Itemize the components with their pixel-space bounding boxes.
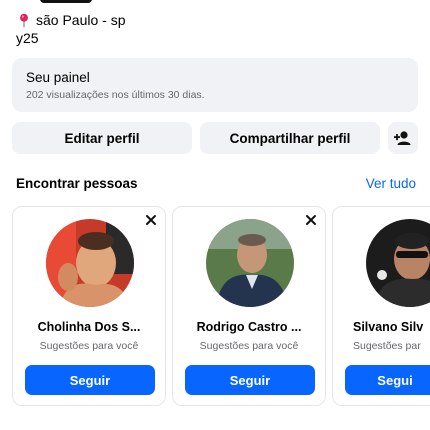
panel-subtitle: 202 visualizações nos últimos 30 dias. xyxy=(26,89,205,101)
avatar[interactable] xyxy=(206,219,294,307)
profile-bio: y25 xyxy=(16,30,39,46)
panel-title: Seu painel xyxy=(26,70,90,85)
suggestion-card[interactable]: Rodrigo Castro ... Sugestões para você S… xyxy=(172,206,326,406)
avatar[interactable] xyxy=(46,219,134,307)
people-suggestions: Cholinha Dos S... Sugestões para você Se… xyxy=(12,206,430,410)
share-profile-button[interactable]: Compartilhar perfil xyxy=(200,122,380,154)
suggestion-subtitle: Sugestões par xyxy=(353,340,421,352)
close-icon[interactable] xyxy=(144,213,158,227)
see-all-link[interactable]: Ver tudo xyxy=(366,176,416,191)
suggestion-subtitle: Sugestões para você xyxy=(199,340,299,352)
suggestion-name[interactable]: Rodrigo Castro ... xyxy=(173,320,325,334)
follow-button[interactable]: Segui xyxy=(345,365,430,395)
find-people-title: Encontrar pessoas xyxy=(16,176,138,191)
edit-profile-button[interactable]: Editar perfil xyxy=(12,122,192,154)
suggestion-subtitle: Sugestões para você xyxy=(39,340,139,352)
suggestion-name[interactable]: Silvano Silv xyxy=(353,320,423,334)
follow-button[interactable]: Seguir xyxy=(25,365,155,395)
profile-actions: Editar perfil Compartilhar perfil xyxy=(12,122,418,154)
profile-header-remnant xyxy=(40,0,92,3)
close-icon[interactable] xyxy=(304,213,318,227)
add-person-button[interactable] xyxy=(388,122,418,154)
location-row: são Paulo - sp xyxy=(18,12,126,28)
follow-button[interactable]: Seguir xyxy=(185,365,315,395)
find-people-header: Encontrar pessoas Ver tudo xyxy=(16,176,416,191)
dashboard-panel[interactable]: Seu painel 202 visualizações nos últimos… xyxy=(12,58,418,112)
location-text: são Paulo - sp xyxy=(36,12,126,28)
avatar[interactable] xyxy=(366,219,430,307)
suggestion-card[interactable]: Silvano Silv Sugestões par Segui xyxy=(332,206,430,406)
suggestion-card[interactable]: Cholinha Dos S... Sugestões para você Se… xyxy=(12,206,166,406)
add-person-icon xyxy=(394,131,411,145)
location-pin-icon xyxy=(20,13,28,27)
suggestion-name[interactable]: Cholinha Dos S... xyxy=(13,320,165,334)
